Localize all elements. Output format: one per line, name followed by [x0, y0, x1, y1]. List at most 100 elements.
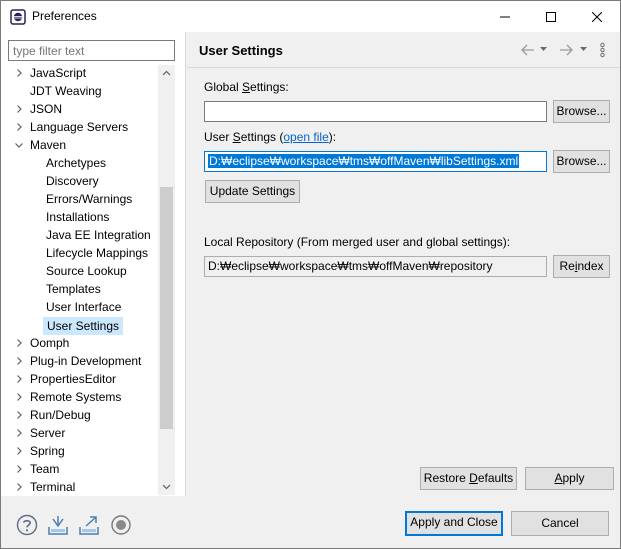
tree-scrollbar[interactable]	[158, 65, 175, 495]
tree-item[interactable]: Archetypes	[1, 154, 158, 172]
dialog-footer: Apply and Close Cancel	[1, 496, 620, 548]
filter-input[interactable]	[8, 40, 175, 61]
tree-item[interactable]: Spring	[1, 442, 158, 460]
tree-item-label: PropertiesEditor	[30, 372, 117, 386]
tree-item[interactable]: Run/Debug	[1, 406, 158, 424]
tree-item[interactable]: Source Lookup	[1, 262, 158, 280]
tree-item-label: User Settings	[43, 317, 124, 335]
tree-item[interactable]: Remote Systems	[1, 388, 158, 406]
apply-button[interactable]: Apply	[525, 467, 614, 490]
tree-item[interactable]: Discovery	[1, 172, 158, 190]
back-icon[interactable]	[520, 43, 536, 57]
user-settings-label: User Settings (open file):	[204, 130, 337, 144]
expand-arrow-icon[interactable]	[15, 429, 23, 437]
reindex-button[interactable]: Reindex	[553, 255, 610, 278]
tree-item[interactable]: User Settings	[1, 316, 158, 335]
page-header: User Settings	[187, 32, 620, 68]
tree-item-label: Remote Systems	[30, 390, 122, 404]
user-browse-button[interactable]: Browse...	[553, 150, 610, 173]
tree-item[interactable]: Oomph	[1, 334, 158, 352]
title-bar: Preferences	[1, 1, 620, 32]
global-browse-button[interactable]: Browse...	[553, 100, 610, 123]
tree-item[interactable]: Templates	[1, 280, 158, 298]
back-dropdown-icon[interactable]	[540, 47, 547, 52]
tree-item-label: Team	[30, 462, 60, 476]
tree-item-label: Lifecycle Mappings	[46, 246, 149, 260]
tree-item[interactable]: Terminal	[1, 478, 158, 495]
tree-item[interactable]: User Interface	[1, 298, 158, 316]
page-title: User Settings	[199, 43, 283, 58]
expand-arrow-icon[interactable]	[15, 357, 23, 365]
preferences-window: Preferences JavaScript JDT Weaving JSON Lan…	[0, 0, 621, 549]
tree-item[interactable]: JSON	[1, 100, 158, 118]
tree-item[interactable]: JavaScript	[1, 65, 158, 82]
tree-item[interactable]: Lifecycle Mappings	[1, 244, 158, 262]
tree-item[interactable]: Java EE Integration	[1, 226, 158, 244]
tree-item-label: Plug-in Development	[30, 354, 142, 368]
tree-item-label: Server	[30, 426, 66, 440]
cancel-button[interactable]: Cancel	[511, 511, 609, 536]
tree-item[interactable]: Maven	[1, 136, 158, 154]
record-icon[interactable]	[110, 514, 132, 536]
tree-item-label: Errors/Warnings	[46, 192, 133, 206]
tree-item-label: Terminal	[30, 480, 76, 494]
user-settings-field[interactable]: D:₩eclipse₩workspace₩tms₩offMaven₩libSet…	[204, 151, 547, 172]
minimize-button[interactable]	[482, 1, 528, 32]
import-icon[interactable]	[47, 514, 69, 536]
tree-item[interactable]: Team	[1, 460, 158, 478]
apply-and-close-button[interactable]: Apply and Close	[405, 511, 503, 536]
expand-arrow-icon[interactable]	[15, 123, 23, 131]
expand-arrow-icon[interactable]	[15, 447, 23, 455]
expand-arrow-icon[interactable]	[15, 69, 23, 77]
user-settings-value: D:₩eclipse₩workspace₩tms₩offMaven₩libSet…	[208, 154, 520, 168]
preference-tree-pane: JavaScript JDT Weaving JSON Language Server…	[1, 32, 185, 496]
tree-item-label: Source Lookup	[46, 264, 127, 278]
expand-arrow-icon[interactable]	[15, 465, 23, 473]
settings-page: User Settings Global Settings: Browse...…	[187, 32, 620, 496]
tree-item[interactable]: Installations	[1, 208, 158, 226]
export-icon[interactable]	[78, 514, 100, 536]
forward-icon[interactable]	[558, 43, 574, 57]
scroll-down-icon[interactable]	[162, 482, 171, 491]
tree-item-label: Run/Debug	[30, 408, 91, 422]
tree-item-label: JDT Weaving	[30, 84, 102, 98]
update-settings-button[interactable]: Update Settings	[205, 180, 300, 203]
tree-item-label: JavaScript	[30, 66, 87, 80]
local-repository-field: D:₩eclipse₩workspace₩tms₩offMaven₩reposi…	[204, 256, 547, 277]
window-title: Preferences	[32, 9, 97, 23]
eclipse-app-icon	[10, 9, 26, 25]
scrollbar-thumb[interactable]	[160, 187, 173, 429]
tree-item[interactable]: Server	[1, 424, 158, 442]
help-icon[interactable]	[16, 514, 38, 536]
global-settings-label: Global Settings:	[204, 80, 289, 94]
expand-arrow-icon[interactable]	[15, 411, 23, 419]
local-repository-label: Local Repository (From merged user and g…	[204, 235, 511, 249]
tree-item[interactable]: Language Servers	[1, 118, 158, 136]
global-settings-field[interactable]	[204, 101, 547, 122]
tree-item[interactable]: JDT Weaving	[1, 82, 158, 100]
expand-arrow-icon[interactable]	[15, 483, 23, 491]
tree-item-label: Language Servers	[30, 120, 129, 134]
tree-item-label: Archetypes	[46, 156, 107, 170]
tree-item-label: Templates	[46, 282, 101, 296]
open-file-link[interactable]: open file	[283, 130, 328, 144]
forward-dropdown-icon[interactable]	[580, 47, 587, 52]
tree-item[interactable]: Plug-in Development	[1, 352, 158, 370]
restore-defaults-button[interactable]: Restore Defaults	[420, 467, 517, 490]
tree-item-label: JSON	[30, 102, 63, 116]
close-button[interactable]	[574, 1, 620, 32]
expand-arrow-icon[interactable]	[15, 393, 23, 401]
expand-arrow-icon[interactable]	[15, 375, 23, 383]
more-options-icon[interactable]	[600, 42, 605, 58]
expand-arrow-icon[interactable]	[15, 105, 23, 113]
collapse-arrow-icon[interactable]	[15, 141, 23, 149]
maximize-button[interactable]	[528, 1, 574, 32]
tree-item[interactable]: PropertiesEditor	[1, 370, 158, 388]
tree-item-label: User Interface	[46, 300, 122, 314]
tree-item[interactable]: Errors/Warnings	[1, 190, 158, 208]
preference-tree: JavaScript JDT Weaving JSON Language Server…	[1, 65, 173, 495]
tree-item-label: Java EE Integration	[46, 228, 151, 242]
scroll-up-icon[interactable]	[162, 69, 171, 78]
tree-item-label: Spring	[30, 444, 65, 458]
expand-arrow-icon[interactable]	[15, 339, 23, 347]
